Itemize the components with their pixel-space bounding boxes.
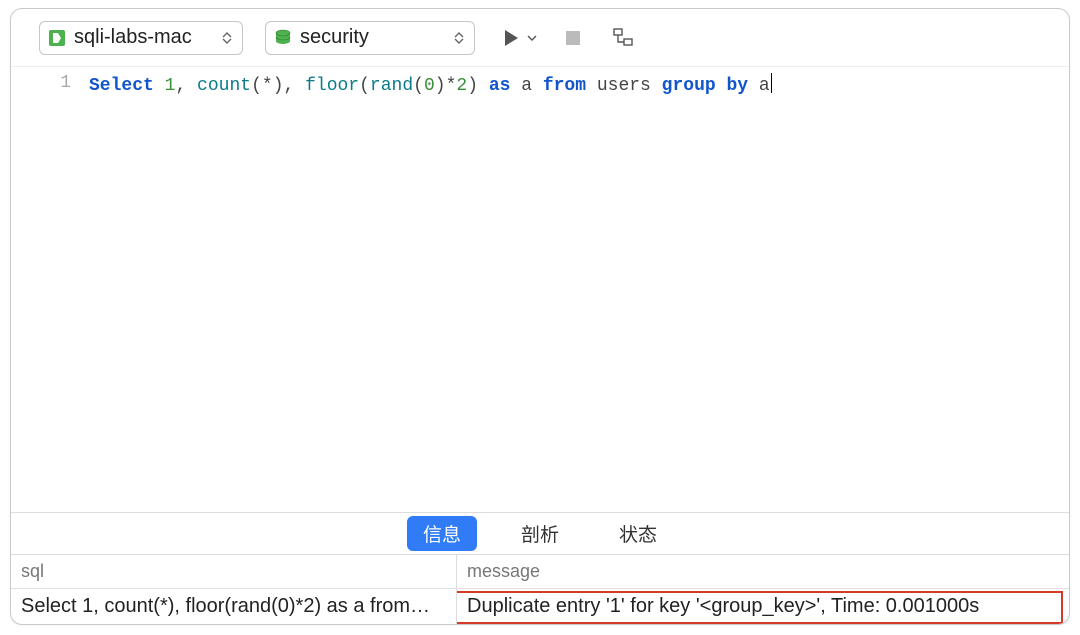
cell-sql: Select 1, count(*), floor(rand(0)*2) as … xyxy=(11,589,457,624)
tab-info[interactable]: 信息 xyxy=(407,516,477,551)
tab-status[interactable]: 状态 xyxy=(603,516,673,551)
code-token: 2 xyxy=(456,76,467,96)
connection-selector[interactable]: sqli-labs-mac xyxy=(39,21,243,55)
code-token: a xyxy=(510,76,542,96)
database-label: security xyxy=(300,26,369,49)
chevron-down-icon xyxy=(527,29,537,47)
text-cursor xyxy=(771,73,772,93)
code-area[interactable]: Select 1, count(*), floor(rand(0)*2) as … xyxy=(89,67,1069,512)
code-token: 1 xyxy=(165,76,176,96)
code-token: a xyxy=(748,76,770,96)
code-token: Select xyxy=(89,76,154,96)
code-token: ), xyxy=(273,76,305,96)
code-token: from xyxy=(543,76,586,96)
code-token xyxy=(154,76,165,96)
stop-button[interactable] xyxy=(559,24,587,52)
chevron-updown-icon xyxy=(452,32,466,44)
code-token: * xyxy=(446,76,457,96)
code-token: by xyxy=(727,76,749,96)
code-token: count xyxy=(197,76,251,96)
play-icon xyxy=(497,24,525,52)
code-token: ( xyxy=(413,76,424,96)
connection-icon xyxy=(48,29,66,47)
table-header: sql message xyxy=(11,555,1069,588)
connection-label: sqli-labs-mac xyxy=(74,26,192,49)
code-token: group xyxy=(662,76,716,96)
line-number: 1 xyxy=(11,73,71,93)
table-row[interactable]: Select 1, count(*), floor(rand(0)*2) as … xyxy=(11,588,1069,624)
code-token: as xyxy=(489,76,511,96)
explain-button[interactable] xyxy=(609,24,637,52)
code-token: * xyxy=(262,76,273,96)
result-tabs: 信息 剖析 状态 xyxy=(11,512,1069,554)
code-token: , xyxy=(175,76,197,96)
code-token: ( xyxy=(359,76,370,96)
tab-profile[interactable]: 剖析 xyxy=(505,516,575,551)
result-table: sql message Select 1, count(*), floor(ra… xyxy=(11,554,1069,624)
code-token: ) xyxy=(467,76,489,96)
run-button[interactable] xyxy=(497,24,537,52)
code-token: floor xyxy=(305,76,359,96)
code-token: users xyxy=(586,76,662,96)
sql-editor[interactable]: 1 Select 1, count(*), floor(rand(0)*2) a… xyxy=(11,67,1069,512)
code-token: 0 xyxy=(424,76,435,96)
cell-message: Duplicate entry '1' for key '<group_key>… xyxy=(457,589,1069,624)
chevron-updown-icon xyxy=(220,32,234,44)
toolbar: sqli-labs-mac security xyxy=(11,9,1069,67)
code-token xyxy=(716,76,727,96)
code-token: ) xyxy=(435,76,446,96)
database-icon xyxy=(274,29,292,47)
line-gutter: 1 xyxy=(11,67,89,512)
header-sql[interactable]: sql xyxy=(11,555,457,588)
app-window: sqli-labs-mac security xyxy=(10,8,1070,625)
database-selector[interactable]: security xyxy=(265,21,475,55)
code-token: rand xyxy=(370,76,413,96)
header-message[interactable]: message xyxy=(457,555,1069,588)
code-token: ( xyxy=(251,76,262,96)
